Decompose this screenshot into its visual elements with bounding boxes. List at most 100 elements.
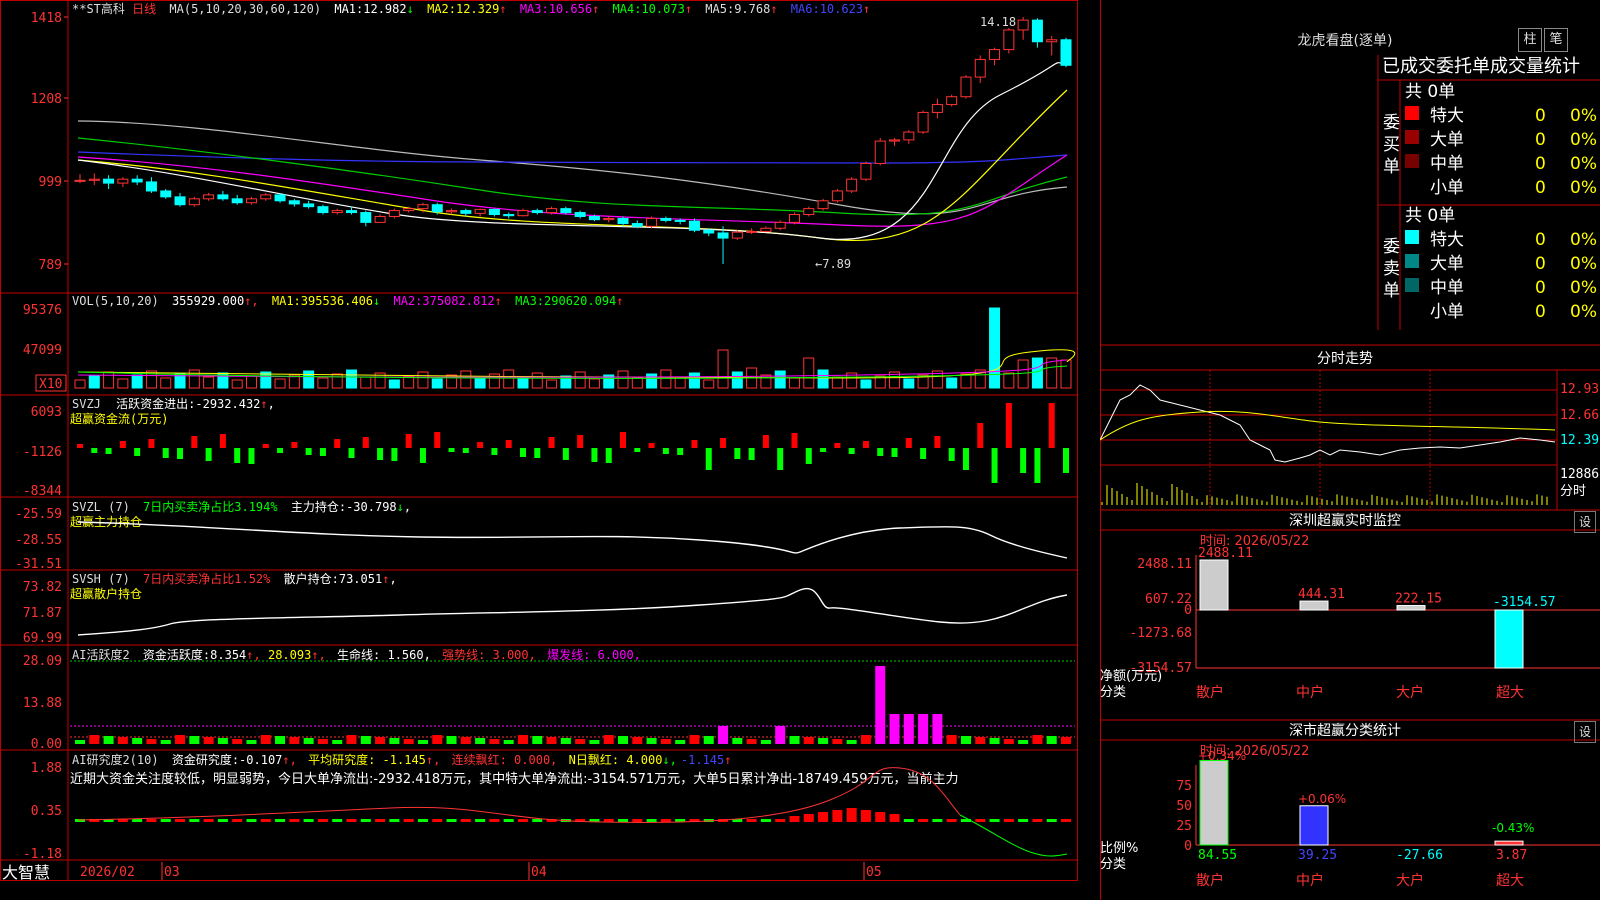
buy-row-count: 0 <box>1535 178 1546 198</box>
intraday-title: 分时走势 <box>1317 351 1373 367</box>
candle-body <box>760 227 772 232</box>
air-bar <box>346 819 357 822</box>
air-bar <box>632 819 643 822</box>
buy-side-2: 买 <box>1383 135 1400 155</box>
y-label: 47099 <box>23 343 62 358</box>
category-label: 中户 <box>1296 872 1324 889</box>
flow-bar <box>905 438 912 448</box>
candle-body <box>803 208 815 216</box>
svzj-sub: 超赢资金流(万元) <box>70 411 168 426</box>
class-value: -27.66 <box>1396 848 1443 863</box>
ai-bar <box>375 737 386 744</box>
class-y: 0 <box>1184 839 1192 854</box>
class-value: 39.25 <box>1298 848 1337 863</box>
intraday-unit: 分时 <box>1560 484 1586 499</box>
y-label: -1.18 <box>23 847 62 862</box>
volume-bar <box>717 349 729 389</box>
monitor-bar-value: 222.15 <box>1395 592 1442 607</box>
flow-bar <box>519 448 526 457</box>
ai-bar <box>446 736 457 744</box>
candle-body <box>274 194 286 202</box>
class-bar <box>1199 759 1229 846</box>
air-bar <box>203 819 214 822</box>
candle-body <box>431 204 443 213</box>
volume-bar <box>860 379 872 389</box>
ai-bar <box>1018 740 1029 744</box>
flow-bar <box>948 448 955 461</box>
volume-bar <box>1017 359 1029 389</box>
ai-bar <box>432 735 443 744</box>
flow-bar <box>977 423 984 448</box>
sell-row-pct: 0% <box>1570 254 1597 274</box>
ai-bar <box>403 739 414 744</box>
ai-bar <box>603 735 614 744</box>
tick-view-button[interactable]: 笔 <box>1544 28 1568 52</box>
y-label: 73.82 <box>23 580 62 595</box>
sell-row-count: 0 <box>1535 230 1546 250</box>
volume-bar <box>660 369 672 389</box>
candle-body <box>260 194 272 200</box>
air-bar <box>489 819 500 822</box>
air-bar <box>432 819 443 822</box>
buy-row-label: 特大 <box>1430 106 1464 126</box>
air-bar <box>303 819 314 822</box>
air-bar <box>403 819 414 822</box>
ai-bar <box>132 738 143 744</box>
sell-row-count: 0 <box>1535 302 1546 322</box>
volume-bar <box>160 377 172 389</box>
air-bar <box>903 819 914 822</box>
volume-bar <box>574 371 586 389</box>
x-label: 03 <box>164 865 180 880</box>
ai-bar <box>818 738 829 744</box>
candle-body <box>903 131 915 141</box>
volume-bar <box>1003 372 1015 389</box>
ai-bar <box>875 666 886 744</box>
ai-bar <box>832 739 843 744</box>
ma3-line <box>77 154 1068 227</box>
column-view-button[interactable]: 柱 <box>1518 28 1542 52</box>
flow-bar <box>848 448 855 454</box>
flow-bar <box>334 439 341 448</box>
flow-bar <box>862 441 869 448</box>
buy-row-label: 中单 <box>1430 154 1464 174</box>
svzl-header: SVZL (7) 7日内买卖净占比3.194% 主力持仓:-30.798↓, <box>72 499 411 514</box>
volume-bar <box>231 379 243 389</box>
candle-body <box>946 96 958 106</box>
candle-body <box>88 178 100 181</box>
air-bar <box>246 819 257 822</box>
candle-body <box>860 162 872 180</box>
flow-bar <box>434 432 441 448</box>
candle-body <box>560 208 572 214</box>
ai-bar <box>517 735 528 744</box>
air-bar <box>746 819 757 822</box>
ai-bar <box>1046 736 1057 744</box>
svsh-line <box>77 587 1068 636</box>
vol-header: VOL(5,10,20) 355929.000↑, MA1:395536.406… <box>72 294 624 308</box>
ai-bar <box>589 740 600 744</box>
ai-bar <box>303 738 314 744</box>
class-bar <box>1299 805 1329 846</box>
sell-row-count: 0 <box>1535 278 1546 298</box>
monitor-y: -1273.68 <box>1129 626 1192 641</box>
monitor-settings-button[interactable]: 设 <box>1574 511 1596 533</box>
flow-bar <box>777 448 784 470</box>
monitor-bar-value: 2488.11 <box>1198 546 1253 561</box>
sell-row-label: 小单 <box>1430 302 1464 322</box>
air-bar <box>417 819 428 822</box>
volume-bar <box>803 357 815 389</box>
svsh-sub: 超赢散户持仓 <box>70 586 142 601</box>
air-bar <box>275 819 286 822</box>
flow-bar <box>805 448 812 464</box>
ai-bar <box>360 736 371 744</box>
class-settings-button[interactable]: 设 <box>1574 721 1596 743</box>
right-title: 龙虎看盘(逐单) <box>1298 32 1393 49</box>
air-bar <box>932 819 943 822</box>
ai-bar <box>246 740 257 744</box>
air-bar <box>375 819 386 822</box>
ai-bar <box>89 735 100 744</box>
flow-bar <box>877 448 884 456</box>
volume-bar <box>588 378 600 389</box>
air-bar <box>975 819 986 822</box>
flow-bar <box>762 435 769 448</box>
volume-bar <box>560 375 572 389</box>
